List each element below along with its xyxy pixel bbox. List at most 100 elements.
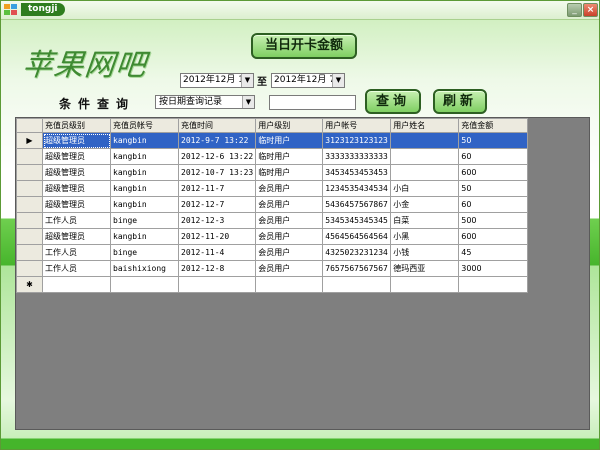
table-cell[interactable]: 会员用户 (255, 212, 324, 229)
table-cell[interactable]: 5345345345345 (322, 212, 392, 229)
table-cell[interactable]: 小黑 (390, 228, 460, 245)
table-cell[interactable]: 超级管理员 (42, 164, 111, 181)
table-cell[interactable]: 4325023231234 (322, 244, 392, 261)
table-cell[interactable]: kangbin (110, 196, 179, 213)
row-header[interactable] (16, 260, 43, 277)
refresh-button[interactable]: 刷新 (433, 89, 487, 114)
table-cell[interactable]: 工作人员 (42, 244, 111, 261)
table-cell[interactable]: 600 (458, 228, 529, 245)
table-row[interactable]: 超级管理员 kangbin 2012-12-7 会员用户 5436457567867 小金… (16, 196, 529, 213)
table-cell[interactable]: 60 (458, 196, 529, 213)
table-cell[interactable] (255, 276, 324, 293)
table-cell[interactable]: 会员用户 (255, 196, 324, 213)
column-header[interactable]: 充值时间 (177, 118, 257, 133)
table-cell[interactable]: 2012-11-4 (177, 244, 257, 261)
table-cell[interactable]: 3333333333333 (322, 148, 392, 165)
table-row[interactable]: 工作人员 baishixiong 2012-12-8 会员用户 765756756756… (16, 260, 529, 277)
row-header[interactable] (16, 228, 43, 245)
table-cell[interactable]: 3123123123123 (322, 132, 392, 149)
table-cell[interactable] (458, 276, 529, 293)
table-row[interactable]: 工作人员 binge 2012-11-4 会员用户 4325023231234 小钱 45 (16, 244, 529, 261)
table-cell[interactable]: 2012-12-7 (177, 196, 257, 213)
table-cell[interactable]: 50 (458, 132, 529, 149)
table-cell[interactable] (390, 164, 460, 181)
column-header[interactable]: 用户帐号 (322, 118, 392, 133)
chevron-down-icon[interactable]: ▼ (242, 96, 254, 108)
table-cell[interactable]: kangbin (110, 228, 179, 245)
table-cell[interactable]: 德玛西亚 (390, 260, 460, 277)
table-cell[interactable]: 2012-12-6 13:22 (177, 148, 257, 165)
table-cell[interactable]: 2012-11-20 (177, 228, 257, 245)
table-row[interactable]: 超级管理员 kangbin 2012-10-7 13:23 临时用户 345345345… (16, 164, 529, 181)
new-row-marker[interactable]: ✱ (16, 276, 43, 293)
row-header[interactable] (16, 196, 43, 213)
table-cell[interactable]: 小白 (390, 180, 460, 197)
table-cell[interactable]: 会员用户 (255, 228, 324, 245)
table-cell[interactable]: 2012-12-8 (177, 260, 257, 277)
table-cell[interactable] (177, 276, 257, 293)
table-cell[interactable]: 小钱 (390, 244, 460, 261)
end-date-picker[interactable]: 2012年12月 7日 ▼ (271, 73, 345, 88)
table-cell[interactable]: 会员用户 (255, 244, 324, 261)
row-header[interactable] (16, 148, 43, 165)
row-header[interactable] (16, 180, 43, 197)
table-cell[interactable]: 临时用户 (255, 148, 324, 165)
table-cell[interactable]: 会员用户 (255, 180, 324, 197)
table-cell[interactable]: 小金 (390, 196, 460, 213)
table-cell[interactable]: 超级管理员 (42, 228, 111, 245)
records-grid[interactable]: 充值员级别 充值员帐号 充值时间 用户级别 用户帐号 用户姓名 充值金额 ▶ 超级管理员 kan… (15, 117, 590, 430)
table-cell[interactable] (110, 276, 179, 293)
close-button[interactable]: × (583, 3, 598, 17)
table-row[interactable]: 超级管理员 kangbin 2012-11-20 会员用户 4564564564564 小… (16, 228, 529, 245)
table-cell[interactable]: binge (110, 212, 179, 229)
row-header[interactable]: ▶ (16, 132, 43, 149)
column-header[interactable]: 充值金额 (458, 118, 529, 133)
table-cell[interactable]: baishixiong (110, 260, 179, 277)
table-cell[interactable]: 45 (458, 244, 529, 261)
table-row[interactable]: 超级管理员 kangbin 2012-11-7 会员用户 1234535434534 小白… (16, 180, 529, 197)
table-cell[interactable]: 白菜 (390, 212, 460, 229)
keyword-input[interactable] (269, 95, 356, 110)
table-cell[interactable]: 超级管理员 (42, 196, 111, 213)
query-button[interactable]: 查询 (365, 89, 421, 114)
table-row[interactable]: 超级管理员 kangbin 2012-12-6 13:22 临时用户 333333333… (16, 148, 529, 165)
table-cell[interactable]: 5436457567867 (322, 196, 392, 213)
table-cell[interactable]: 2012-10-7 13:23 (177, 164, 257, 181)
table-cell[interactable]: 工作人员 (42, 212, 111, 229)
daily-card-amount-button[interactable]: 当日开卡金额 (251, 33, 357, 59)
row-header[interactable] (16, 164, 43, 181)
table-cell[interactable]: 50 (458, 180, 529, 197)
table-row[interactable]: 工作人员 binge 2012-12-3 会员用户 5345345345345 白菜 500 (16, 212, 529, 229)
minimize-button[interactable]: _ (567, 3, 582, 17)
table-cell[interactable]: 500 (458, 212, 529, 229)
condition-select[interactable]: 按日期查询记录 ▼ (155, 95, 255, 109)
table-cell[interactable]: 600 (458, 164, 529, 181)
table-cell[interactable] (390, 132, 460, 149)
new-row[interactable]: ✱ (16, 276, 529, 293)
table-cell[interactable]: 3000 (458, 260, 529, 277)
table-cell[interactable]: 临时用户 (255, 164, 324, 181)
column-header[interactable]: 用户级别 (255, 118, 324, 133)
chevron-down-icon[interactable]: ▼ (241, 74, 253, 87)
table-cell[interactable]: 工作人员 (42, 260, 111, 277)
column-header[interactable]: 充值员级别 (42, 118, 111, 133)
chevron-down-icon[interactable]: ▼ (332, 74, 344, 87)
table-cell[interactable]: 4564564564564 (322, 228, 392, 245)
row-header[interactable] (16, 212, 43, 229)
table-cell[interactable] (390, 276, 460, 293)
table-cell[interactable]: 1234535434534 (322, 180, 392, 197)
table-cell[interactable]: kangbin (110, 148, 179, 165)
table-cell[interactable]: 2012-9-7 13:22 (177, 132, 257, 149)
table-cell[interactable] (322, 276, 392, 293)
table-cell[interactable]: 会员用户 (255, 260, 324, 277)
table-cell[interactable]: 超级管理员 (42, 132, 111, 149)
table-cell[interactable]: 2012-12-3 (177, 212, 257, 229)
table-cell[interactable]: 2012-11-7 (177, 180, 257, 197)
table-cell[interactable]: kangbin (110, 132, 179, 149)
table-cell[interactable]: kangbin (110, 180, 179, 197)
table-cell[interactable]: 临时用户 (255, 132, 324, 149)
table-cell[interactable]: 超级管理员 (42, 180, 111, 197)
table-cell[interactable]: 7657567567567 (322, 260, 392, 277)
start-date-picker[interactable]: 2012年12月 1日 ▼ (180, 73, 254, 88)
table-cell[interactable]: kangbin (110, 164, 179, 181)
